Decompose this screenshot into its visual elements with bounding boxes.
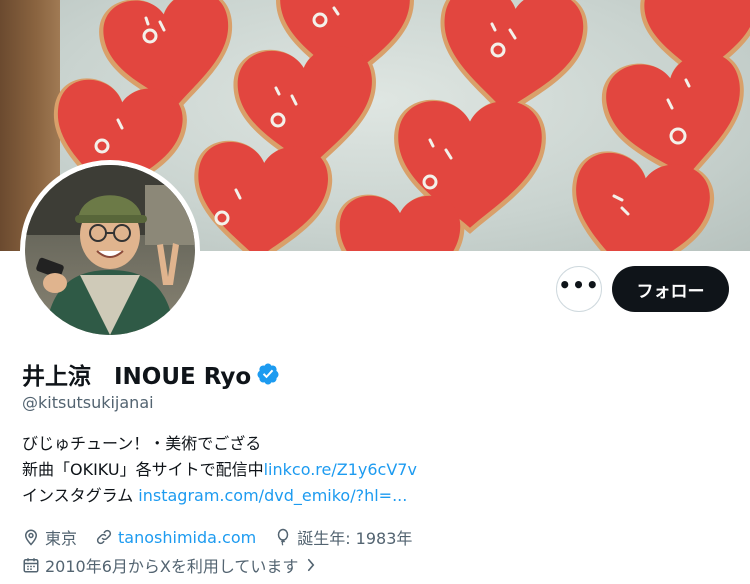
profile-name-row: 井上涼 INOUE Ryo: [22, 357, 280, 391]
more-options-button[interactable]: •••: [556, 266, 602, 312]
join-date-item: 2010年6月からXを利用しています: [22, 553, 298, 577]
bio-text: インスタグラム: [22, 486, 139, 505]
location-pin-icon: [24, 529, 38, 546]
balloon-icon: [277, 528, 289, 546]
bio-line: インスタグラム instagram.com/dvd_emiko/?hl=...: [22, 483, 417, 509]
birth: 誕生年: 1983年: [274, 525, 412, 549]
location: 東京: [22, 525, 77, 549]
verified-badge-icon[interactable]: [256, 362, 280, 386]
bio-line: 新曲「OKIKU」各サイトで配信中linkco.re/Z1y6cV7v: [22, 457, 417, 483]
profile-bio: びじゅチューン！・美術でござる 新曲「OKIKU」各サイトで配信中linkco.…: [22, 431, 417, 509]
location-text: 東京: [45, 529, 78, 548]
calendar-icon: [23, 558, 39, 573]
user-handle: @kitsutsukijanai: [22, 393, 154, 412]
birth-text: 誕生年: 1983年: [297, 529, 413, 548]
display-name: 井上涼 INOUE Ryo: [22, 364, 252, 390]
profile-meta: 東京 tanoshimida.com 誕生年: 1983年: [22, 525, 430, 549]
website-link[interactable]: tanoshimida.com: [118, 528, 256, 547]
bio-line: びじゅチューン！・美術でござる: [22, 434, 262, 453]
bio-link-linkco[interactable]: linkco.re/Z1y6cV7v: [264, 460, 417, 479]
bio-link-instagram[interactable]: instagram.com/dvd_emiko/?hl=...: [138, 486, 407, 505]
join-date-text: 2010年6月からXを利用しています: [45, 557, 299, 576]
bio-text: 新曲「OKIKU」各サイトで配信中: [22, 460, 264, 479]
avatar-photo: [25, 165, 195, 335]
chevron-right-icon: [308, 558, 315, 572]
avatar[interactable]: [20, 160, 200, 340]
link-icon: [96, 529, 112, 545]
follow-button[interactable]: フォロー: [612, 266, 729, 312]
more-options-icon: •••: [558, 273, 600, 297]
join-date[interactable]: 2010年6月からXを利用しています: [22, 553, 318, 577]
website: tanoshimida.com: [95, 528, 256, 547]
